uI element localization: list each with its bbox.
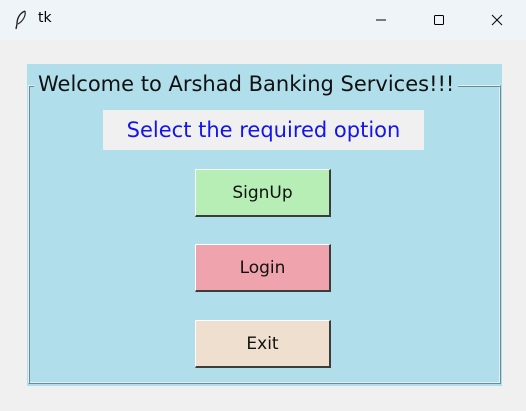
window-title: tk — [38, 10, 52, 26]
close-icon — [491, 14, 503, 26]
exit-button[interactable]: Exit — [195, 320, 331, 368]
client-area: Welcome to Arshad Banking Services!!! Se… — [0, 40, 526, 411]
close-button[interactable] — [468, 0, 526, 40]
subtitle-label: Select the required option — [103, 110, 424, 150]
minimize-icon — [376, 19, 386, 21]
signup-button[interactable]: SignUp — [195, 169, 331, 217]
minimize-button[interactable] — [352, 0, 410, 40]
title-bar[interactable]: tk — [0, 0, 526, 40]
maximize-button[interactable] — [410, 0, 468, 40]
app-window: tk Welcome to Arshad Banking Services!!!… — [0, 0, 526, 411]
feather-icon — [14, 10, 28, 30]
frame-title: Welcome to Arshad Banking Services!!! — [34, 69, 459, 99]
maximize-icon — [434, 15, 444, 25]
login-button[interactable]: Login — [195, 244, 331, 292]
